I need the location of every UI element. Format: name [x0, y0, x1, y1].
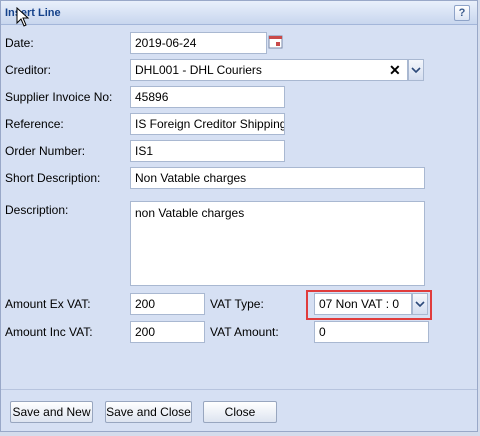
reference-label: Reference:	[5, 117, 64, 131]
date-label: Date:	[5, 36, 34, 50]
insert-line-dialog: Insert Line ? Date: 2019-06-24 Creditor:…	[0, 0, 478, 432]
short-description-label: Short Description:	[5, 171, 101, 185]
short-description-field[interactable]: Non Vatable charges	[130, 167, 425, 189]
vat-amount-field[interactable]: 0	[314, 321, 429, 343]
supplier-invoice-label: Supplier Invoice No:	[5, 90, 113, 104]
order-number-label: Order Number:	[5, 144, 86, 158]
order-number-field[interactable]: IS1	[130, 140, 285, 162]
creditor-combo[interactable]: DHL001 - DHL Couriers	[130, 59, 408, 81]
supplier-invoice-field[interactable]: 45896	[130, 86, 285, 108]
amount-ex-vat-field[interactable]: 200	[130, 293, 205, 315]
date-field[interactable]: 2019-06-24	[130, 32, 267, 54]
vat-type-label: VAT Type:	[210, 297, 264, 311]
amount-inc-vat-label: Amount Inc VAT:	[5, 325, 93, 339]
chevron-down-icon[interactable]	[408, 59, 424, 81]
vat-type-highlight	[306, 290, 432, 320]
save-and-new-button[interactable]: Save and New	[10, 401, 93, 423]
dialog-titlebar[interactable]: Insert Line ?	[1, 1, 477, 25]
amount-ex-vat-label: Amount Ex VAT:	[5, 297, 91, 311]
description-label: Description:	[5, 203, 69, 217]
creditor-label: Creditor:	[5, 63, 52, 77]
save-and-close-button[interactable]: Save and Close	[105, 401, 192, 423]
description-textarea[interactable]: non Vatable charges	[130, 201, 425, 286]
close-icon[interactable]: ✕	[389, 62, 401, 79]
vat-amount-label: VAT Amount:	[210, 325, 279, 339]
help-icon[interactable]: ?	[454, 5, 470, 21]
close-button[interactable]: Close	[203, 401, 277, 423]
mouse-cursor-icon	[16, 6, 30, 30]
dialog-title: Insert Line	[5, 7, 61, 19]
calendar-icon[interactable]	[267, 33, 285, 51]
dialog-footer: Save and New Save and Close Close	[1, 389, 477, 432]
reference-field[interactable]: IS Foreign Creditor Shipping	[130, 113, 285, 135]
amount-inc-vat-field[interactable]: 200	[130, 321, 205, 343]
